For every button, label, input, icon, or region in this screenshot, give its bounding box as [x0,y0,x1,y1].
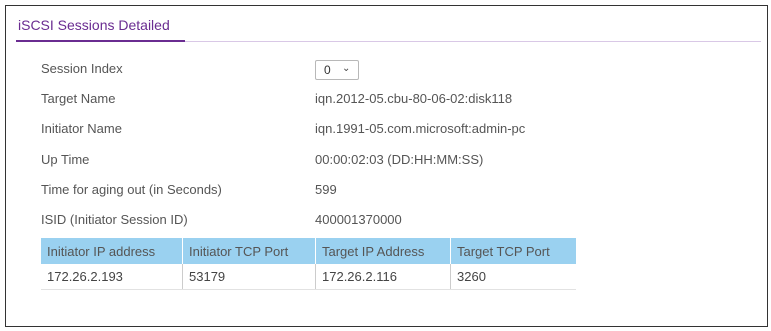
initiator-name-value: iqn.1991-05.com.microsoft:admin-pc [315,121,526,136]
target-port-header: Target TCP Port [450,238,576,264]
isid-value: 400001370000 [315,212,402,227]
iscsi-sessions-panel: iSCSI Sessions Detailed Session Index 0 … [5,5,768,327]
initiator-name-label: Initiator Name [41,121,122,136]
initiator-port-header: Initiator TCP Port [182,238,316,264]
session-index-value: 0 [324,63,331,77]
initiator-ip-cell: 172.26.2.193 [41,264,183,290]
table-row: 172.26.2.193 53179 172.26.2.116 3260 [41,264,576,290]
target-ip-header: Target IP Address [315,238,451,264]
chevron-down-icon: ⌄ [342,63,351,74]
target-port-cell: 3260 [450,264,576,290]
target-ip-cell: 172.26.2.116 [315,264,451,290]
panel-title: iSCSI Sessions Detailed [18,17,170,33]
session-index-label: Session Index [41,61,123,76]
up-time-value: 00:00:02:03 (DD:HH:MM:SS) [315,152,484,167]
title-underline [16,40,185,42]
table-header-row: Initiator IP address Initiator TCP Port … [41,238,576,264]
sessions-table: Initiator IP address Initiator TCP Port … [41,238,576,290]
isid-label: ISID (Initiator Session ID) [41,212,188,227]
aging-out-value: 599 [315,182,337,197]
session-index-select[interactable]: 0 ⌄ [315,60,359,80]
target-name-value: iqn.2012-05.cbu-80-06-02:disk118 [315,91,513,106]
up-time-label: Up Time [41,152,90,167]
initiator-ip-header: Initiator IP address [41,238,183,264]
initiator-port-cell: 53179 [182,264,316,290]
target-name-label: Target Name [41,91,116,106]
aging-out-label: Time for aging out (in Seconds) [41,182,222,197]
